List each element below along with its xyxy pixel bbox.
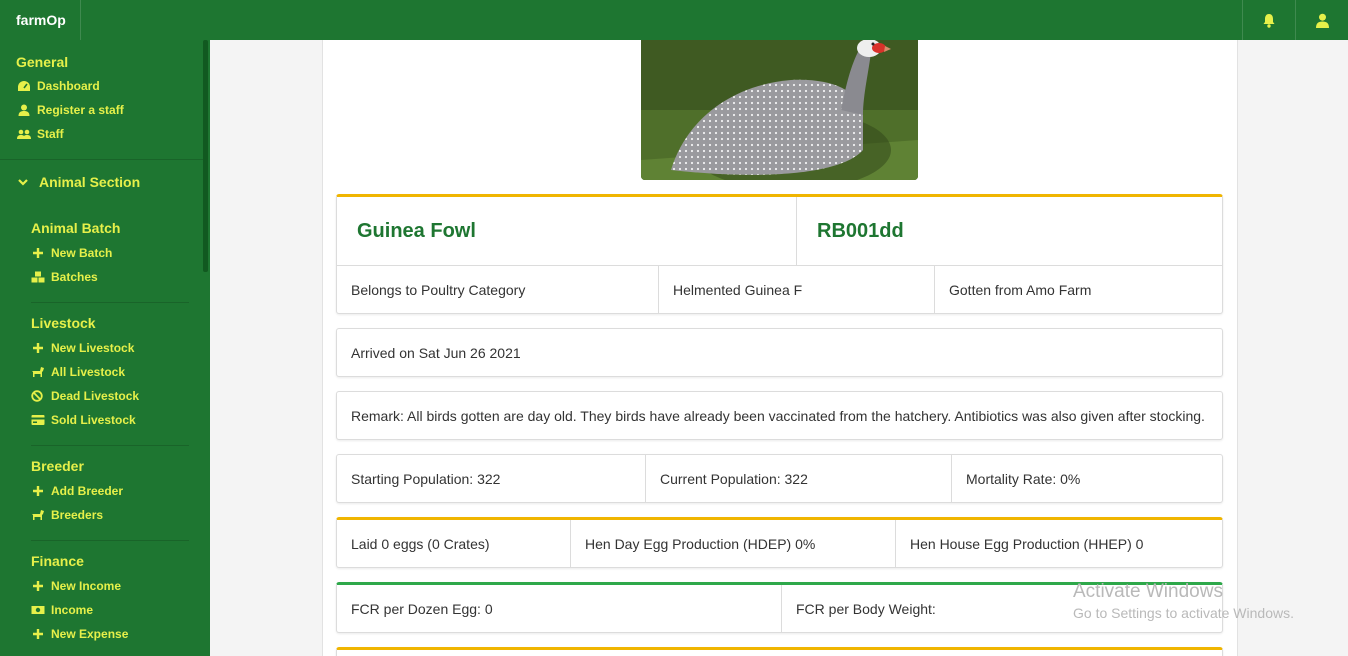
sidebar-item-breeders[interactable]: Breeders [31,508,103,522]
hdep-value: Hen Day Egg Production (HDEP) 0% [570,520,895,567]
users-icon [17,129,31,139]
sidebar-section-label: Animal Section [39,174,141,190]
sidebar: General Dashboard Register a staff Staff… [0,40,210,656]
sidebar-heading-animal-batch: Animal Batch [31,220,121,236]
batch-category: Belongs to Poultry Category [351,281,526,298]
eggs-laid: Laid 0 eggs (0 Crates) [351,535,490,552]
sidebar-item-label: New Expense [51,627,129,641]
card-icon [31,415,45,425]
population-panel: Starting Population: 322 Current Populat… [336,454,1223,503]
user-icon [1315,13,1329,28]
sidebar-divider [31,302,189,303]
remark-panel: Remark: All birds gotten are day old. Th… [336,391,1223,440]
plus-icon [33,581,43,591]
profile-button[interactable] [1295,0,1348,40]
batch-name: Guinea Fowl [357,219,476,242]
dashboard-icon [18,81,30,91]
sidebar-item-sold-livestock[interactable]: Sold Livestock [31,413,136,427]
sidebar-item-register-staff[interactable]: Register a staff [17,103,124,117]
sidebar-item-label: New Income [51,579,122,593]
sidebar-divider [0,159,203,160]
sidebar-item-all-livestock[interactable]: All Livestock [31,365,125,379]
user-icon [18,104,30,116]
mortality-rate: Mortality Rate: 0% [951,455,1222,502]
next-panel [336,647,1223,656]
arrival-panel: Arrived on Sat Jun 26 2021 [336,328,1223,377]
sidebar-item-new-expense[interactable]: New Expense [31,627,128,641]
plus-icon [33,486,43,496]
sidebar-item-staff[interactable]: Staff [17,127,64,141]
sidebar-item-dead-livestock[interactable]: Dead Livestock [31,389,139,403]
boxes-icon [31,271,45,283]
money-icon [31,606,45,614]
sidebar-heading-finance: Finance [31,553,84,569]
batch-code: RB001dd [796,197,1222,265]
sidebar-divider [31,445,189,446]
sidebar-item-dashboard[interactable]: Dashboard [17,79,100,93]
fcr-per-dozen-egg: FCR per Dozen Egg: 0 [351,600,493,617]
brand-logo[interactable]: farmOp [0,0,81,40]
horse-icon [32,367,44,377]
horse-icon [32,510,44,520]
top-navbar: farmOp [0,0,1348,40]
sidebar-item-label: Dashboard [37,79,100,93]
sidebar-item-label: Income [51,603,94,617]
sidebar-heading-breeder: Breeder [31,458,84,474]
sidebar-item-add-breeder[interactable]: Add Breeder [31,484,123,498]
sidebar-item-label: Dead Livestock [51,389,140,403]
sidebar-item-label: Breeders [51,508,104,522]
sidebar-heading-general: General [16,54,69,70]
sidebar-item-label: Add Breeder [51,484,124,498]
plus-icon [33,343,43,353]
sidebar-heading-livestock: Livestock [31,315,96,331]
sidebar-item-label: Staff [37,127,64,141]
hhep-value: Hen House Egg Production (HHEP) 0 [895,520,1222,567]
bell-icon [1263,13,1275,28]
batch-title-panel: Guinea Fowl RB001dd Belongs to Poultry C… [336,194,1223,314]
sidebar-item-new-livestock[interactable]: New Livestock [31,341,134,355]
sidebar-divider [31,540,189,541]
remark-text: Remark: All birds gotten are day old. Th… [351,407,1205,424]
chevron-down-icon [18,179,28,186]
current-population: Current Population: 322 [645,455,951,502]
plus-icon [33,248,43,258]
sidebar-item-label: New Livestock [51,341,135,355]
batch-breed: Helmented Guinea F [658,266,934,313]
sidebar-section-animal[interactable]: Animal Section [17,174,140,190]
activation-watermark-title: Activate Windows [1073,581,1223,602]
plus-icon [33,629,43,639]
sidebar-item-label: Register a staff [37,103,124,117]
sidebar-item-label: All Livestock [51,365,126,379]
sidebar-item-income[interactable]: Income [31,603,93,617]
sidebar-item-label: New Batch [51,246,113,260]
sidebar-item-new-batch[interactable]: New Batch [31,246,112,260]
activation-watermark-subtitle: Go to Settings to activate Windows. [1073,605,1294,621]
sidebar-scrollbar[interactable] [203,40,208,272]
sidebar-item-new-income[interactable]: New Income [31,579,121,593]
sidebar-item-label: Batches [51,270,98,284]
ban-icon [31,390,43,402]
notifications-button[interactable] [1242,0,1295,40]
batch-source: Gotten from Amo Farm [934,266,1222,313]
sidebar-item-batches[interactable]: Batches [31,270,98,284]
egg-production-panel: Laid 0 eggs (0 Crates) Hen Day Egg Produ… [336,517,1223,568]
sidebar-item-label: Sold Livestock [51,413,136,427]
starting-population: Starting Population: 322 [351,470,501,487]
arrival-date: Arrived on Sat Jun 26 2021 [351,344,521,361]
animal-photo [641,40,918,180]
